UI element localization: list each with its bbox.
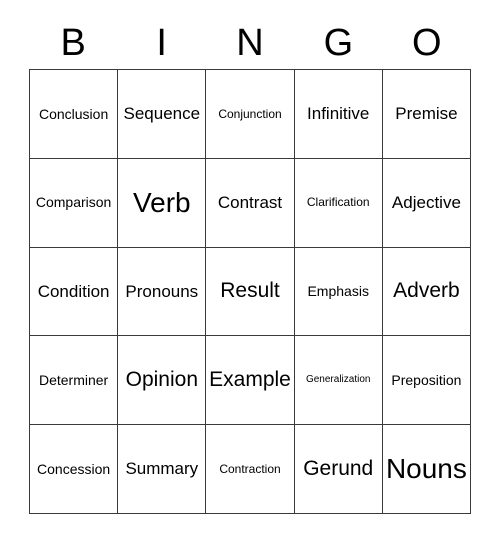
bingo-cell-label: Example <box>209 368 291 392</box>
bingo-cell-label: Adverb <box>393 279 460 303</box>
bingo-cell-label: Comparison <box>35 194 112 211</box>
bingo-cell[interactable]: Generalization <box>294 336 383 426</box>
bingo-cell-label: Opinion <box>125 368 198 392</box>
bingo-cell-label: Determiner <box>38 371 109 388</box>
bingo-cell-label: Condition <box>37 281 110 301</box>
header-letter-b: B <box>60 22 86 64</box>
header-letter-o: O <box>412 22 442 64</box>
bingo-cell-label: Infinitive <box>307 103 370 123</box>
bingo-cell[interactable]: Contraction <box>206 425 295 514</box>
header-letter-i: I <box>156 22 167 64</box>
bingo-cell[interactable]: Pronouns <box>118 247 207 337</box>
bingo-cell-label: Conjunction <box>218 106 282 121</box>
bingo-cell[interactable]: Summary <box>118 425 207 514</box>
bingo-cell[interactable]: Condition <box>30 247 119 337</box>
bingo-cell-label: Emphasis <box>307 283 369 300</box>
bingo-cell[interactable]: Comparison <box>30 158 119 248</box>
bingo-cell[interactable]: Example <box>206 336 295 426</box>
bingo-row: Comparison Verb Contrast Clarification A… <box>30 158 472 248</box>
bingo-cell-label: Preposition <box>391 371 462 388</box>
bingo-cell-label: Sequence <box>123 103 201 123</box>
bingo-cell[interactable]: Sequence <box>118 70 207 159</box>
bingo-cell-label: Conclusion <box>38 105 109 122</box>
bingo-row: Conclusion Sequence Conjunction Infiniti… <box>30 70 472 159</box>
bingo-cell-label: Summary <box>125 459 199 479</box>
bingo-cell[interactable]: Adverb <box>382 247 472 337</box>
bingo-header-row: B I N G O <box>29 18 471 68</box>
bingo-cell-label: Adjective <box>391 192 461 212</box>
bingo-cell[interactable]: Determiner <box>30 336 119 426</box>
bingo-cell[interactable]: Emphasis <box>294 247 383 337</box>
bingo-cell[interactable]: Preposition <box>382 336 472 426</box>
bingo-cell[interactable]: Conclusion <box>30 70 119 159</box>
header-letter-g: G <box>323 22 354 64</box>
bingo-cell[interactable]: Result <box>206 247 295 337</box>
bingo-card: B I N G O Conclusion Sequence Conjunctio… <box>0 0 500 544</box>
bingo-cell[interactable]: Verb <box>118 158 207 248</box>
bingo-cell[interactable]: Concession <box>30 425 119 514</box>
bingo-cell[interactable]: Premise <box>382 70 472 159</box>
bingo-row: Determiner Opinion Example Generalizatio… <box>30 336 472 426</box>
bingo-cell-label: Contraction <box>219 461 281 476</box>
bingo-cell[interactable]: Nouns <box>382 425 472 514</box>
bingo-cell-label: Nouns <box>385 453 467 485</box>
bingo-cell-label: Contrast <box>217 192 283 212</box>
bingo-cell-label: Generalization <box>305 374 371 386</box>
bingo-row: Concession Summary Contraction Gerund No… <box>30 425 472 514</box>
bingo-cell[interactable]: Gerund <box>294 425 383 514</box>
bingo-cell[interactable]: Clarification <box>294 158 383 248</box>
bingo-cell[interactable]: Contrast <box>206 158 295 248</box>
bingo-cell-label: Verb <box>133 187 191 218</box>
bingo-cell[interactable]: Opinion <box>118 336 207 426</box>
bingo-cell[interactable]: Infinitive <box>294 70 383 159</box>
bingo-cell-label: Result <box>220 279 280 303</box>
bingo-cell[interactable]: Adjective <box>382 158 472 248</box>
bingo-grid: Conclusion Sequence Conjunction Infiniti… <box>29 69 472 514</box>
bingo-cell-label: Gerund <box>303 457 374 481</box>
bingo-cell[interactable]: Conjunction <box>206 70 295 159</box>
bingo-cell-label: Concession <box>37 460 111 477</box>
bingo-cell-label: Premise <box>395 103 458 123</box>
bingo-row: Condition Pronouns Result Emphasis Adver… <box>30 247 472 337</box>
header-letter-n: N <box>236 22 264 64</box>
bingo-cell-label: Clarification <box>306 195 370 210</box>
bingo-cell-label: Pronouns <box>125 281 199 301</box>
